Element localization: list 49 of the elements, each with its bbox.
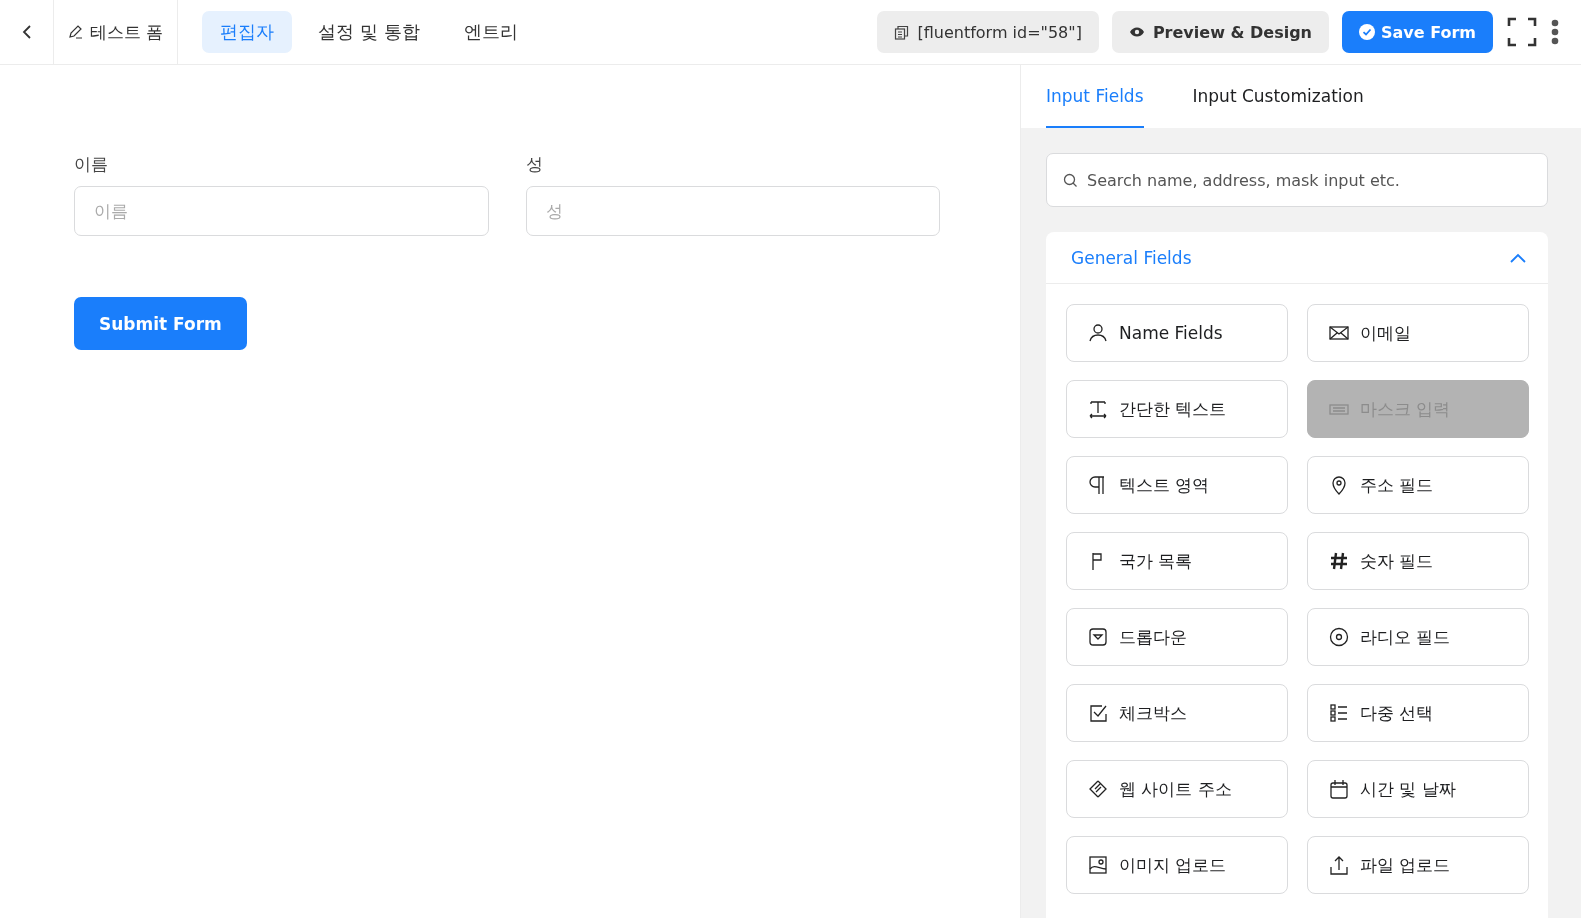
editor-tab[interactable]: 엔트리 [445, 11, 536, 53]
copy-icon [894, 24, 910, 40]
field-item[interactable]: 주소 필드 [1307, 456, 1529, 514]
field-item[interactable]: 숫자 필드 [1307, 532, 1529, 590]
field-item[interactable]: 간단한 텍스트 [1066, 380, 1288, 438]
editor-tab[interactable]: 설정 및 통합 [300, 11, 438, 53]
search-field[interactable]: Search name, address, mask input etc. [1046, 153, 1548, 207]
search-icon [1063, 173, 1078, 188]
upload-icon [1328, 854, 1350, 876]
field-item[interactable]: 시간 및 날짜 [1307, 760, 1529, 818]
form-title: 테스트 폼 [90, 20, 164, 44]
shortcode-button[interactable]: [fluentform id="58"] [877, 11, 1099, 53]
text-icon [1087, 398, 1109, 420]
pencil-icon [68, 24, 84, 40]
link-icon [1087, 778, 1109, 800]
field-item[interactable]: 다중 선택 [1307, 684, 1529, 742]
input-field[interactable]: 성 [525, 186, 940, 236]
field-item[interactable]: Name Fields [1066, 304, 1288, 362]
submit-button[interactable]: Submit Form [74, 297, 247, 350]
fullscreen-button[interactable] [1507, 17, 1537, 47]
field-item[interactable]: 이미지 업로드 [1066, 836, 1288, 894]
field-item[interactable]: 체크박스 [1066, 684, 1288, 742]
field-item[interactable]: 웹 사이트 주소 [1066, 760, 1288, 818]
hash-icon [1328, 550, 1350, 572]
radio-icon [1328, 626, 1350, 648]
field-item[interactable]: 드롭다운 [1066, 608, 1288, 666]
preview-button[interactable]: Preview & Design [1111, 11, 1329, 53]
field-item[interactable]: 라디오 필드 [1307, 608, 1529, 666]
field-item[interactable]: 국가 목록 [1066, 532, 1288, 590]
checkbox-icon [1087, 702, 1109, 724]
field-label: 이름 [74, 153, 109, 176]
save-button[interactable]: Save Form [1342, 11, 1493, 53]
check-circle-icon [1359, 24, 1375, 40]
chevron-left-icon [21, 24, 32, 40]
chevron-up-icon [1510, 252, 1526, 263]
panel-tab[interactable]: Input Customization [1192, 65, 1364, 128]
section-header[interactable]: General Fields [1046, 232, 1548, 284]
image-icon [1087, 854, 1109, 876]
eye-icon [1128, 26, 1145, 38]
input-field[interactable]: 이름 [74, 186, 489, 236]
field-item[interactable]: 이메일 [1307, 304, 1529, 362]
field-item[interactable]: 텍스트 영역 [1066, 456, 1288, 514]
more-button[interactable] [1551, 19, 1559, 45]
list-icon [1328, 702, 1350, 724]
calendar-icon [1328, 778, 1350, 800]
dropdown-icon [1087, 626, 1109, 648]
field-label: 성 [525, 153, 544, 176]
person-icon [1087, 322, 1109, 344]
field-item[interactable]: 파일 업로드 [1307, 836, 1529, 894]
